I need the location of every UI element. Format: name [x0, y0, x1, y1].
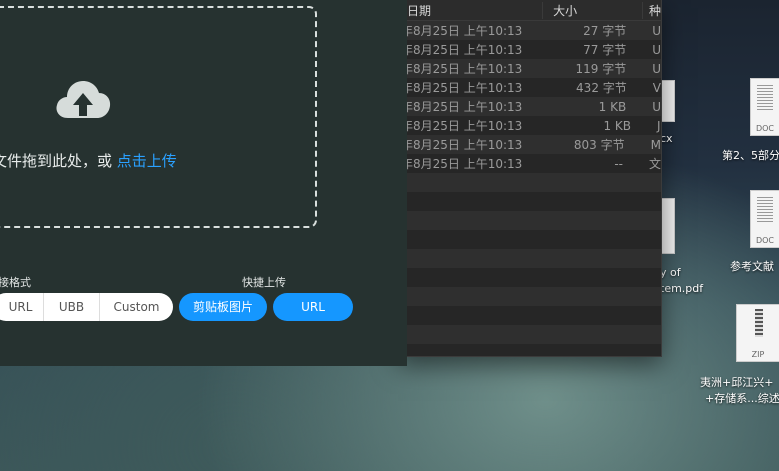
dropzone-text: 文件拖到此处，或 点击上传 [0, 150, 177, 171]
quick-upload-label: 快捷上传 [242, 276, 286, 289]
link-format-selector: URL UBB Custom [0, 293, 173, 321]
doc-icon-second-part[interactable]: DOC [750, 78, 779, 136]
click-upload-link[interactable]: 点击上传 [117, 152, 177, 170]
format-option-ubb[interactable]: UBB [43, 293, 99, 321]
row-kind: V [652, 80, 661, 95]
upload-dropzone[interactable]: 文件拖到此处，或 点击上传 [0, 6, 317, 228]
empty-row [399, 211, 661, 230]
row-size: 27 字节 [583, 24, 627, 38]
doc-icon-references[interactable]: DOC [750, 190, 779, 248]
row-kind: U [652, 42, 661, 57]
row-kind: J [657, 118, 661, 133]
zip-icon[interactable]: ZIP [736, 304, 779, 362]
row-kind: U [652, 99, 661, 114]
list-row[interactable]: 年8月25日 上午10:13 1 KB J [399, 116, 661, 135]
empty-row [399, 230, 661, 249]
file-label-references[interactable]: 参考文献 [730, 258, 774, 274]
row-size: 432 字节 [576, 81, 627, 95]
row-size: 1 KB [603, 118, 631, 133]
row-size: -- [614, 156, 623, 171]
zip-tag: ZIP [751, 350, 765, 359]
file-label-zip-line1[interactable]: 夷洲+邱江兴+ [700, 374, 773, 390]
row-date: 年8月25日 上午10:13 [401, 100, 523, 114]
column-header-kind[interactable]: 种 [643, 2, 661, 19]
list-row[interactable]: 年8月25日 上午10:13 1 KB U [399, 97, 661, 116]
list-row[interactable]: 年8月25日 上午10:13 432 字节 V [399, 78, 661, 97]
drop-prompt: 文件拖到此处，或 [0, 152, 113, 170]
row-kind: U [652, 61, 661, 76]
finder-list-window: 日期 大小 种 年8月25日 上午10:13 27 字节 U 年8月25日 上午10… [398, 0, 662, 357]
row-date: 年8月25日 上午10:13 [401, 119, 523, 133]
empty-row [399, 192, 661, 211]
doc-tag: DOC [755, 124, 775, 133]
file-label-partial-yof[interactable]: y of [660, 266, 681, 279]
row-date: 年8月25日 上午10:13 [401, 157, 523, 171]
file-label-zip-line2[interactable]: +存储系...综述 [705, 390, 779, 406]
row-date: 年8月25日 上午10:13 [401, 43, 523, 57]
column-header-date[interactable]: 日期 [399, 2, 542, 19]
upload-panel: 文件拖到此处，或 点击上传 接格式 快捷上传 URL UBB Custom 剪贴… [0, 0, 407, 366]
row-date: 年8月25日 上午10:13 [401, 62, 523, 76]
format-option-custom[interactable]: Custom [99, 293, 173, 321]
zipper-icon [755, 309, 763, 337]
list-row[interactable]: 年8月25日 上午10:13 27 字节 U [399, 21, 661, 40]
empty-row [399, 325, 661, 344]
row-size: 77 字节 [583, 43, 627, 57]
row-size: 119 字节 [575, 62, 627, 76]
doc-lines [757, 85, 773, 111]
doc-lines [757, 197, 773, 223]
row-size: 1 KB [598, 99, 627, 114]
empty-row [399, 344, 661, 356]
list-row[interactable]: 年8月25日 上午10:13 -- 文 [399, 154, 661, 173]
empty-row [399, 249, 661, 268]
list-row[interactable]: 年8月25日 上午10:13 119 字节 U [399, 59, 661, 78]
empty-row [399, 287, 661, 306]
empty-row [399, 268, 661, 287]
row-date: 年8月25日 上午10:13 [401, 81, 523, 95]
empty-row [399, 306, 661, 325]
list-row[interactable]: 年8月25日 上午10:13 803 字节 M [399, 135, 661, 154]
row-date: 年8月25日 上午10:13 [401, 138, 523, 152]
row-kind: M [650, 137, 661, 152]
row-kind: 文 [648, 157, 661, 171]
row-size: 803 字节 [573, 138, 625, 152]
list-header: 日期 大小 种 [399, 0, 661, 21]
list-rows: 年8月25日 上午10:13 27 字节 U 年8月25日 上午10:13 77 字节… [399, 21, 661, 356]
list-row[interactable]: 年8月25日 上午10:13 77 字节 U [399, 40, 661, 59]
format-option-url[interactable]: URL [0, 293, 43, 321]
empty-row [399, 173, 661, 192]
clipboard-image-button[interactable]: 剪贴板图片 [179, 293, 267, 321]
format-label: 接格式 [0, 276, 31, 289]
file-label-partial-pdf[interactable]: tem.pdf [660, 282, 703, 295]
cloud-upload-icon [56, 81, 111, 118]
file-label-second-part[interactable]: 第2、5部分 [722, 147, 779, 163]
doc-tag: DOC [755, 236, 775, 245]
row-date: 年8月25日 上午10:13 [401, 24, 523, 38]
upload-url-button[interactable]: URL [273, 293, 353, 321]
column-header-size[interactable]: 大小 [542, 1, 643, 19]
row-kind: U [652, 23, 661, 38]
